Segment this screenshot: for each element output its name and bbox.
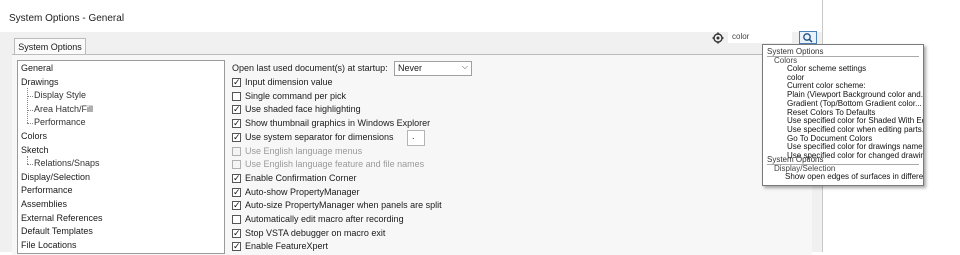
option-checkbox[interactable]: ✓ <box>232 104 241 115</box>
search-result-item[interactable]: Current color scheme: <box>787 81 866 90</box>
tree-item[interactable]: Drawings <box>21 77 59 87</box>
tree-connector <box>27 87 28 124</box>
chevron-down-icon: ⌵ <box>461 62 468 71</box>
option-checkbox[interactable]: ✓ <box>232 241 241 252</box>
search-result-item[interactable]: Reset Colors To Defaults <box>787 108 875 117</box>
option-label: Automatically edit macro after recording <box>245 214 404 224</box>
option-label: Use system separator for dimensions <box>245 131 394 142</box>
checkmark-icon: ✓ <box>233 172 241 183</box>
search-result-item[interactable]: Gradient (Top/Bottom Gradient color... <box>787 99 922 108</box>
option-checkbox[interactable]: ✓ <box>232 172 241 183</box>
gear-icon[interactable] <box>712 32 724 44</box>
option-checkbox[interactable]: ✓ <box>232 227 241 238</box>
option-label: Auto-show PropertyManager <box>245 186 360 197</box>
search-result-item[interactable]: Use specified color when editing parts..… <box>787 125 923 134</box>
tree-item[interactable]: Sketch <box>21 145 49 155</box>
search-result-item[interactable]: color <box>787 73 804 82</box>
search-text: color <box>732 32 750 41</box>
search-input[interactable]: color <box>728 32 792 43</box>
checkmark-icon: ✓ <box>233 241 241 252</box>
option-checkbox[interactable] <box>232 146 241 156</box>
option-label: Use shaded face highlighting <box>245 104 361 115</box>
option-label: Single command per pick <box>245 90 347 101</box>
checkmark-icon: ✓ <box>233 131 241 142</box>
tree-item[interactable]: Display/Selection <box>21 172 90 182</box>
search-button[interactable] <box>799 31 817 44</box>
tree-item[interactable]: Display Style <box>34 90 86 100</box>
tree-item[interactable]: Relations/Snaps <box>34 158 100 168</box>
tree-item[interactable]: File Locations <box>21 240 77 250</box>
option-checkbox[interactable] <box>232 160 241 170</box>
search-icon <box>803 33 813 43</box>
tree-item[interactable]: Colors <box>21 131 47 141</box>
option-checkbox[interactable]: ✓ <box>232 77 241 87</box>
open-last-dropdown[interactable]: Never ⌵ <box>394 61 472 76</box>
tab-system-options[interactable]: System Options <box>14 38 86 55</box>
search-result-item[interactable]: Show open edges of surfaces in different… <box>785 172 923 181</box>
checkmark-icon: ✓ <box>233 104 241 115</box>
tree-item[interactable]: Performance <box>34 117 86 127</box>
option-checkbox[interactable] <box>232 215 241 224</box>
search-result-item[interactable]: Use specified color for drawings name... <box>787 142 923 151</box>
results-group-header: System Options <box>767 155 824 164</box>
checkmark-icon: ✓ <box>233 200 241 211</box>
search-result-item[interactable]: Go To Document Colors <box>787 134 872 143</box>
system-options-window: System Options - General System Options … <box>0 0 823 255</box>
window-title: System Options - General <box>9 13 125 24</box>
tree-item[interactable]: External References <box>21 213 103 223</box>
checkmark-icon: ✓ <box>233 186 241 197</box>
tree-item[interactable]: Performance <box>21 185 73 195</box>
separator-field[interactable]: . <box>407 130 425 146</box>
search-result-item[interactable]: Color scheme settings <box>787 64 866 73</box>
option-label: Show thumbnail graphics in Windows Explo… <box>245 118 431 129</box>
tree-item[interactable]: Assemblies <box>21 199 67 209</box>
tree-connector <box>27 155 28 165</box>
option-checkbox[interactable]: ✓ <box>232 131 241 142</box>
option-checkbox[interactable]: ✓ <box>232 118 241 129</box>
option-label: Enable Confirmation Corner <box>245 172 357 183</box>
option-label: Input dimension value <box>245 77 333 87</box>
option-checkbox[interactable]: ✓ <box>232 186 241 197</box>
options-tree[interactable]: General Drawings Display Style Area Hatch/F… <box>17 60 225 254</box>
option-label: Stop VSTA debugger on macro exit <box>245 227 386 238</box>
open-last-value: Never <box>398 63 423 73</box>
option-label: Auto-size PropertyManager when panels ar… <box>245 200 442 211</box>
option-label: Use English language menus <box>245 145 363 156</box>
checkmark-icon: ✓ <box>233 77 241 87</box>
tree-connector <box>27 123 33 125</box>
separator-value: . <box>412 131 415 141</box>
tree-item[interactable]: Default Templates <box>21 226 93 236</box>
tree-item[interactable]: General <box>21 63 53 73</box>
search-results-dropdown: System Options Colors Color scheme setti… <box>762 44 924 186</box>
open-last-label: Open last used document(s) at startup: <box>232 63 388 73</box>
search-result-item[interactable]: Plain (Viewport Background color and... <box>787 90 923 99</box>
search-result-item[interactable]: Use specified color for Shaded With Edge… <box>787 116 923 125</box>
option-label: Use English language feature and file na… <box>245 159 425 170</box>
results-group-header: System Options <box>767 47 824 56</box>
tree-item[interactable]: Area Hatch/Fill <box>34 104 93 114</box>
option-checkbox[interactable] <box>232 91 241 101</box>
title-bar: System Options - General <box>0 0 822 32</box>
checkmark-icon: ✓ <box>233 118 241 129</box>
tree-connector <box>27 164 33 166</box>
option-label: Enable FeatureXpert <box>245 241 329 252</box>
checkmark-icon: ✓ <box>233 227 241 238</box>
option-checkbox[interactable]: ✓ <box>232 200 241 211</box>
